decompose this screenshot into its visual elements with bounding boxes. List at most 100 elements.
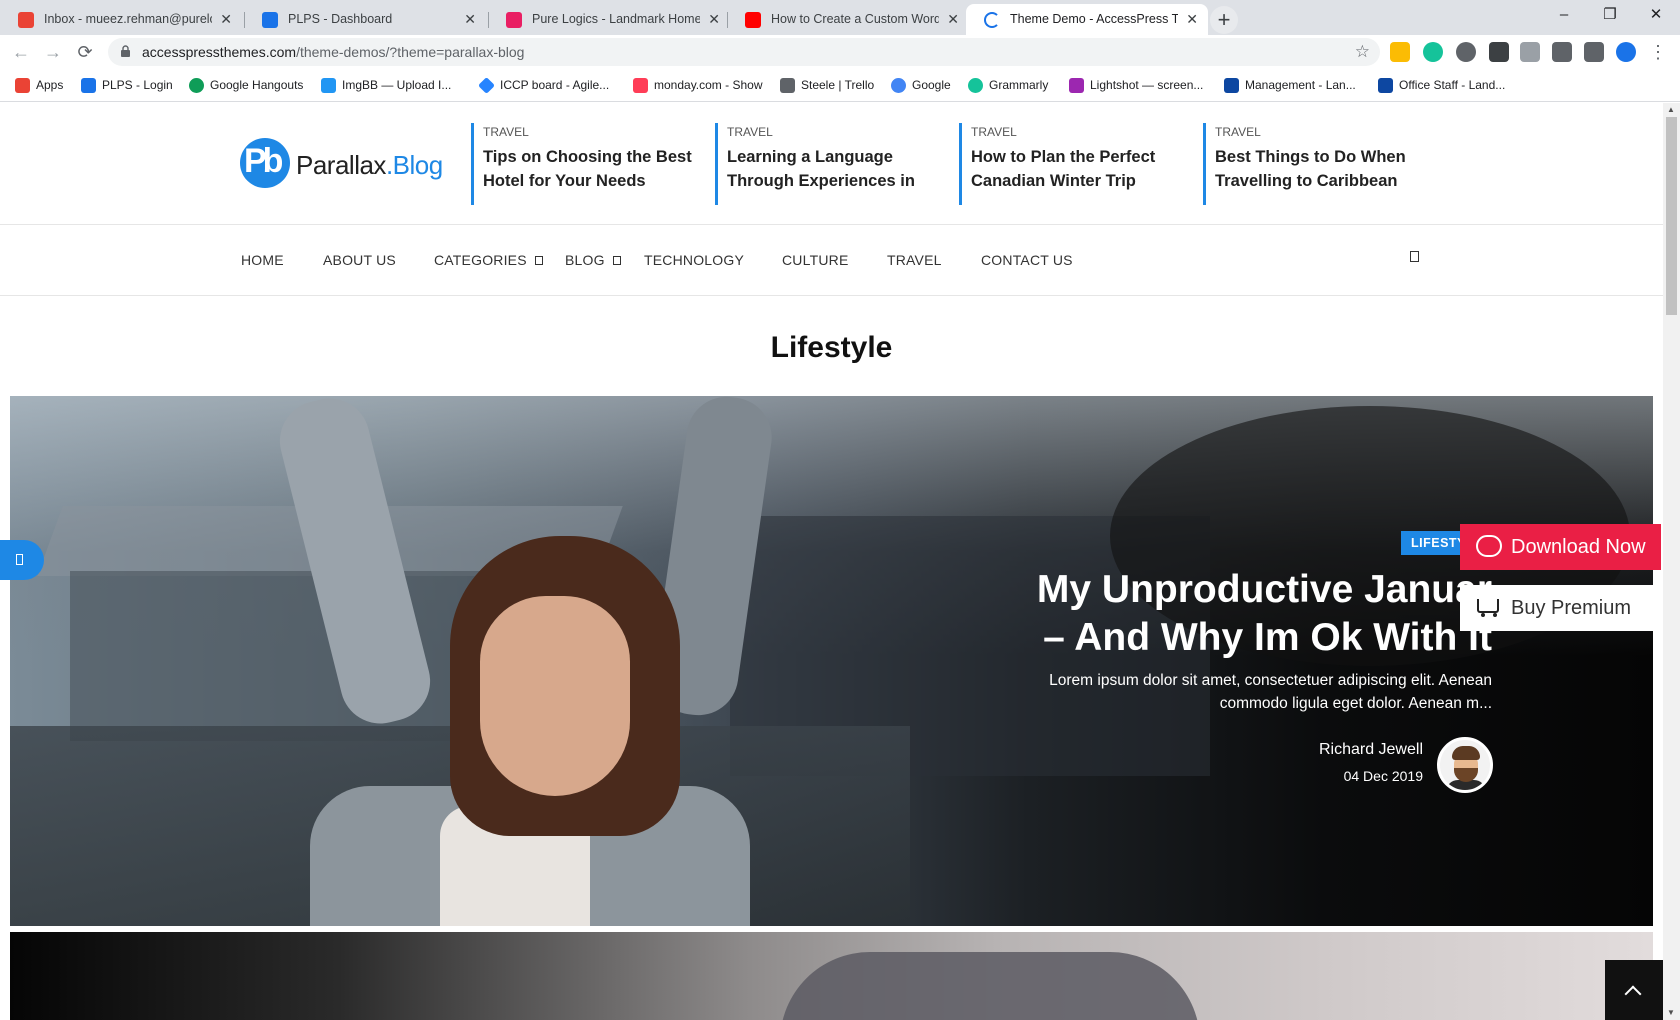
ticker-post[interactable]: TRAVEL How to Plan the Perfect Canadian … [959,123,1184,205]
featured-post-title[interactable]: My Unproductive Januar – And Why Im Ok Wi… [980,566,1492,662]
menu-blog[interactable]: BLOG [565,252,621,268]
menu-divider [0,295,1663,296]
search-icon[interactable] [1410,251,1419,262]
menu-label: CATEGORIES [434,252,527,268]
plps-icon [262,12,278,28]
media-control-icon[interactable] [1584,42,1604,62]
hangouts-icon [189,78,204,93]
close-tab-icon[interactable]: ✕ [947,4,959,35]
bookmark-label: ImgBB — Upload I... [342,78,452,92]
ticker-title[interactable]: Learning a Language Through Experiences … [727,145,940,193]
bookmark-monday[interactable]: monday.com - Show [633,69,763,101]
reload-button[interactable]: ⟳ [72,39,98,65]
dropdown-icon [534,256,543,265]
forward-button[interactable]: → [40,39,66,65]
download-label: Download Now [1511,536,1646,558]
chevron-up-icon [1624,985,1642,1003]
bookmark-imgbb[interactable]: ImgBB — Upload I... [321,69,451,101]
extension-icon[interactable] [1390,42,1410,62]
bookmarks-bar: Apps PLPS - Login Google Hangouts ImgBB … [0,69,1680,102]
menu-technology[interactable]: TECHNOLOGY [644,252,744,268]
scrollbar-thumb[interactable] [1666,117,1677,315]
scroll-down-arrow-icon[interactable]: ▼ [1667,1008,1675,1017]
buy-premium-button[interactable]: Buy Premium [1460,585,1661,631]
landmark-icon [1224,78,1239,93]
restore-button[interactable]: ❐ [1587,0,1633,30]
side-panel-toggle[interactable] [0,540,44,580]
ticker-category[interactable]: TRAVEL [727,125,940,139]
ticker-post[interactable]: TRAVEL Learning a Language Through Exper… [715,123,940,205]
close-tab-icon[interactable]: ✕ [1186,4,1198,35]
bookmark-office-staff[interactable]: Office Staff - Land... [1378,69,1505,101]
bookmark-grammarly[interactable]: Grammarly [968,69,1048,101]
bookmark-label: Lightshot — screen... [1090,78,1204,92]
ticker-post[interactable]: TRAVEL Tips on Choosing the Best Hotel f… [471,123,696,205]
page-scrollbar[interactable]: ▲ ▼ [1663,103,1680,1020]
close-tab-icon[interactable]: ✕ [708,4,720,35]
bookmark-lightshot[interactable]: Lightshot — screen... [1069,69,1203,101]
tab-pure-logics[interactable]: Pure Logics - Landmark Homepa ✕ [488,4,730,35]
close-tab-icon[interactable]: ✕ [220,4,232,35]
bookmark-iccp-board[interactable]: ICCP board - Agile... [478,69,610,101]
extension-icon[interactable] [1489,42,1509,62]
puzzle-icon[interactable] [1552,42,1572,62]
bookmark-plps-login[interactable]: PLPS - Login [81,69,173,101]
ticker-category[interactable]: TRAVEL [971,125,1184,139]
menu-contact-us[interactable]: CONTACT US [981,252,1073,268]
back-button[interactable]: ← [8,39,34,65]
url-text: accesspressthemes.com/theme-demos/?theme… [142,38,524,66]
bookmark-google[interactable]: Google [891,69,951,101]
more-menu-icon[interactable]: ⋮ [1648,42,1668,62]
camera-extension-icon[interactable] [1520,42,1540,62]
close-tab-icon[interactable]: ✕ [464,4,476,35]
monday-icon [633,78,648,93]
menu-travel[interactable]: TRAVEL [887,252,942,268]
scroll-up-arrow-icon[interactable]: ▲ [1667,105,1675,114]
download-now-button[interactable]: Download Now [1460,524,1661,570]
next-featured-post[interactable] [10,932,1653,1020]
bookmark-star-icon[interactable]: ☆ [1355,38,1370,66]
ticker-post[interactable]: TRAVEL Best Things to Do When Travelling… [1203,123,1428,205]
bookmark-trello[interactable]: Steele | Trello [780,69,874,101]
tab-plps-dashboard[interactable]: PLPS - Dashboard ✕ [244,4,486,35]
header-divider [0,224,1663,225]
ticker-category[interactable]: TRAVEL [483,125,696,139]
bookmark-label: Google Hangouts [210,78,304,92]
tab-strip: Inbox - mueez.rehman@purelogi ✕ PLPS - D… [0,0,1680,35]
author-avatar[interactable] [1437,737,1493,793]
menu-culture[interactable]: CULTURE [782,252,848,268]
section-title: Lifestyle [770,331,893,364]
bookmark-label: PLPS - Login [102,78,173,92]
featured-excerpt: Lorem ipsum dolor sit amet, consectetuer… [1049,672,1492,712]
logo-suffix: .Blog [385,150,443,180]
close-window-button[interactable]: ✕ [1633,0,1679,30]
grammarly-extension-icon[interactable] [1423,42,1443,62]
ticker-title[interactable]: Best Things to Do When Travelling to Car… [1215,145,1428,193]
ticker-title[interactable]: How to Plan the Perfect Canadian Winter … [971,145,1184,193]
plps-icon [81,78,96,93]
bookmark-apps[interactable]: Apps [15,69,63,101]
profile-avatar[interactable] [1616,42,1636,62]
tab-theme-demo[interactable]: Theme Demo - AccessPress Them ✕ [966,4,1208,35]
bookmark-google-hangouts[interactable]: Google Hangouts [189,69,303,101]
scroll-to-top-button[interactable] [1605,960,1663,1020]
new-tab-button[interactable]: + [1210,6,1238,34]
tab-gmail[interactable]: Inbox - mueez.rehman@purelogi ✕ [0,4,242,35]
menu-categories[interactable]: CATEGORIES [434,252,543,268]
bookmark-label: Apps [36,78,64,92]
bookmark-label: monday.com - Show [654,78,763,92]
minimize-button[interactable]: – [1541,0,1587,30]
ticker-title[interactable]: Tips on Choosing the Best Hotel for Your… [483,145,696,193]
menu-about-us[interactable]: ABOUT US [323,252,396,268]
menu-home[interactable]: HOME [241,252,284,268]
bookmark-label: ICCP board - Agile... [500,78,610,92]
wordpress-extension-icon[interactable] [1456,42,1476,62]
tab-youtube[interactable]: How to Create a Custom WordPr ✕ [727,4,969,35]
bookmark-management[interactable]: Management - Lan... [1224,69,1356,101]
bookmark-label: Grammarly [989,78,1049,92]
address-bar[interactable]: accesspressthemes.com/theme-demos/?theme… [108,38,1380,66]
logo-name-text: Parallax [296,150,386,180]
author-name[interactable]: Richard Jewell [1200,741,1423,759]
ticker-category[interactable]: TRAVEL [1215,125,1428,139]
tab-title: How to Create a Custom WordPr [771,12,939,26]
